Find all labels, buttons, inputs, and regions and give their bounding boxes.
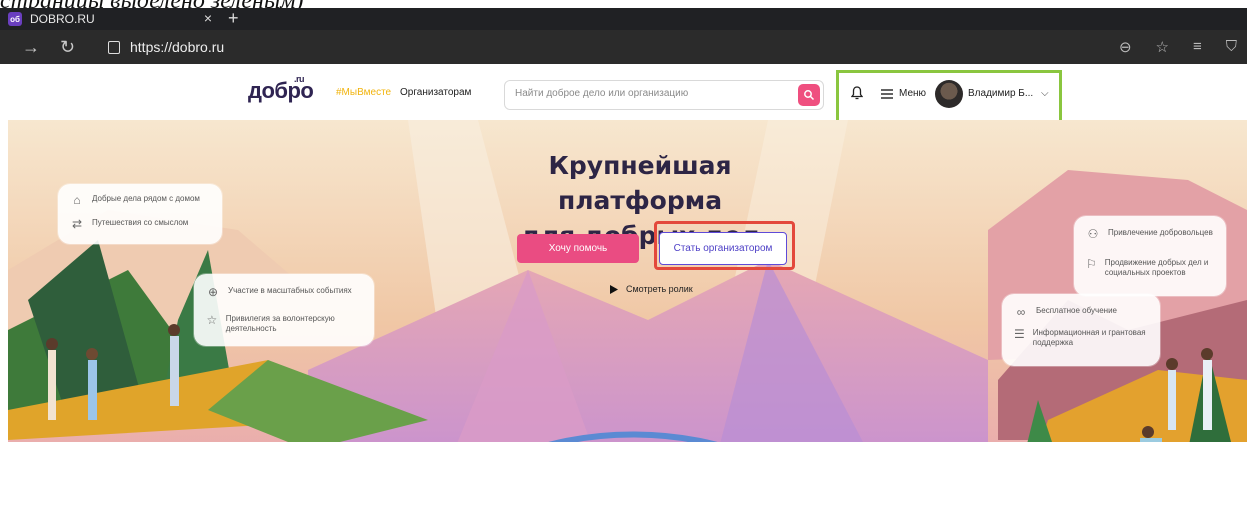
organizers-link[interactable]: Организаторам <box>400 87 471 98</box>
become-organizer-button[interactable]: Стать организатором <box>659 232 787 265</box>
search-button[interactable] <box>798 84 820 106</box>
search-placeholder: Найти доброе дело или организацию <box>515 88 689 99</box>
bell-icon[interactable] <box>851 86 863 100</box>
browser-tab[interactable]: об DOBRO.RU × <box>8 8 218 30</box>
glasses-icon: ∞ <box>1016 305 1026 319</box>
card-row: ⊕ Участие в масштабных событиях <box>206 286 362 298</box>
home-icon: ⌂ <box>73 193 81 207</box>
new-tab-button[interactable]: + <box>228 8 239 30</box>
card-text: Бесплатное обучение <box>1036 306 1117 315</box>
people-icon: ⚇ <box>1087 227 1099 241</box>
avatar[interactable] <box>935 80 963 108</box>
browser-actions: ⊖ ☆ ≡ ⛉ <box>1119 38 1237 56</box>
hamburger-icon <box>881 88 893 99</box>
lock-icon <box>108 40 120 54</box>
page-bottom-area <box>8 442 1247 510</box>
browser-tabbar: об DOBRO.RU × + <box>0 8 1247 30</box>
card-row: ☆ Привилегия за волонтерскую деятельност… <box>206 314 362 334</box>
user-name[interactable]: Владимир Б... <box>968 88 1033 99</box>
card-row: ⇄ Путешествия со смыслом <box>70 218 210 230</box>
card-row: ☰ Информационная и грантовая поддержка <box>1014 328 1150 348</box>
card-text: Привилегия за волонтерскую деятельность <box>225 314 335 333</box>
card-organizers-support: ∞ Бесплатное обучение ☰ Информационная и… <box>1002 294 1160 366</box>
card-text: Привлечение добровольцев <box>1108 228 1213 237</box>
card-text: Продвижение добрых дел и социальных прое… <box>1104 258 1209 277</box>
card-events: ⊕ Участие в масштабных событиях ☆ Привил… <box>194 274 374 346</box>
chevron-down-icon[interactable]: ⌵ <box>1041 88 1049 99</box>
logo-ru: .ru <box>294 74 305 84</box>
web-page: добро .ru #МыВместе Организаторам Найти … <box>8 64 1247 510</box>
favorites-list-icon[interactable]: ≡ <box>1193 38 1202 56</box>
card-row: ⚇ Привлечение добровольцев <box>1086 228 1214 240</box>
card-text: Участие в масштабных событиях <box>228 286 352 295</box>
star-icon: ☆ <box>206 313 218 327</box>
shield-icon[interactable]: ⛉ <box>1226 38 1237 56</box>
forward-icon[interactable]: → <box>22 36 40 58</box>
address-bar[interactable]: https://dobro.ru <box>108 37 224 57</box>
play-icon <box>610 284 618 294</box>
card-text: Путешествия со смыслом <box>92 218 189 227</box>
user-controls-highlight: Меню Владимир Б... ⌵ <box>836 70 1062 124</box>
route-icon: ⇄ <box>71 217 83 231</box>
card-text: Добрые дела рядом с домом <box>92 194 200 203</box>
menu-label: Меню <box>899 88 927 99</box>
rocket-icon: ⚐ <box>1086 257 1097 271</box>
address-url: https://dobro.ru <box>130 39 225 55</box>
watch-video-label: Смотреть ролик <box>626 284 693 294</box>
card-row: ⚐ Продвижение добрых дел и социальных пр… <box>1086 258 1214 278</box>
search-icon <box>804 90 815 101</box>
message-icon: ☰ <box>1014 327 1025 341</box>
globe-icon: ⊕ <box>207 285 219 299</box>
site-favicon-icon: об <box>8 12 22 26</box>
zoom-icon[interactable]: ⊖ <box>1119 38 1132 56</box>
card-row: ∞ Бесплатное обучение <box>1014 306 1150 318</box>
card-row: ⌂ Добрые дела рядом с домом <box>70 194 210 206</box>
want-to-help-button[interactable]: Хочу помочь <box>517 234 639 263</box>
hashtag-link[interactable]: #МыВместе <box>336 87 391 98</box>
card-text: Информационная и грантовая поддержка <box>1032 328 1146 347</box>
site-header: добро .ru #МыВместе Организаторам Найти … <box>8 64 1247 124</box>
refresh-icon[interactable]: ↻ <box>60 36 75 58</box>
tab-title: DOBRO.RU <box>30 12 95 26</box>
card-organizers-attract: ⚇ Привлечение добровольцев ⚐ Продвижение… <box>1074 216 1226 296</box>
search-input[interactable]: Найти доброе дело или организацию <box>504 80 824 110</box>
site-logo[interactable]: добро .ru <box>248 74 314 104</box>
close-tab-icon[interactable]: × <box>204 10 212 26</box>
browser-toolbar: → ↻ https://dobro.ru ⊖ ☆ ≡ ⛉ <box>0 30 1247 64</box>
favorites-add-icon[interactable]: ☆ <box>1156 38 1169 56</box>
hero-title-line-1: Крупнейшая платформа <box>548 151 732 215</box>
watch-video-link[interactable]: Смотреть ролик <box>610 284 693 294</box>
card-volunteer-local: ⌂ Добрые дела рядом с домом ⇄ Путешестви… <box>58 184 222 244</box>
menu-button[interactable]: Меню <box>881 88 926 99</box>
